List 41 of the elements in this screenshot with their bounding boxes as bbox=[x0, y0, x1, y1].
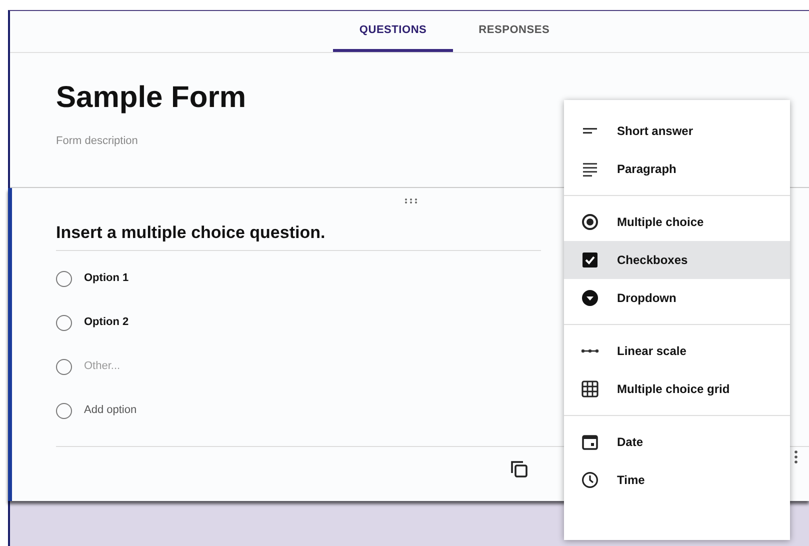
menu-item-label: Checkboxes bbox=[617, 252, 688, 269]
radio-button[interactable] bbox=[56, 270, 72, 286]
option-label: Other... bbox=[84, 359, 120, 374]
option-label: Option 2 bbox=[84, 315, 129, 330]
menu-item[interactable]: Date bbox=[564, 423, 790, 461]
menu-item-label: Short answer bbox=[617, 123, 694, 140]
menu-item[interactable]: Multiple choice bbox=[564, 203, 790, 241]
paragraph-icon bbox=[581, 160, 599, 178]
menu-item[interactable]: Multiple choice grid bbox=[564, 370, 790, 408]
radio-button[interactable] bbox=[56, 358, 72, 374]
menu-item-label: Dropdown bbox=[617, 290, 676, 307]
more-icon[interactable] bbox=[794, 450, 798, 464]
tab[interactable]: RESPONSES bbox=[452, 11, 576, 52]
menu-item[interactable]: Checkboxes bbox=[564, 241, 790, 279]
menu-item[interactable]: Time bbox=[564, 461, 790, 499]
menu-item-label: Time bbox=[617, 472, 645, 489]
linear-scale-icon bbox=[581, 349, 599, 353]
radio-button[interactable] bbox=[56, 314, 72, 330]
drag-handle-icon[interactable] bbox=[404, 198, 418, 204]
calendar-icon bbox=[581, 433, 599, 451]
form-description: Form description bbox=[56, 134, 139, 149]
menu-item-label: Paragraph bbox=[617, 161, 676, 178]
dropdown-icon bbox=[581, 289, 599, 307]
radio-button[interactable] bbox=[56, 402, 72, 418]
menu-item-label: Date bbox=[617, 434, 644, 451]
menu-item-label: Multiple choice bbox=[617, 214, 704, 231]
menu-item[interactable]: Dropdown bbox=[564, 279, 790, 317]
checkbox-icon bbox=[581, 251, 599, 269]
menu-item-label: Multiple choice grid bbox=[617, 381, 730, 398]
grid-icon bbox=[581, 380, 599, 398]
radio-button-icon bbox=[581, 213, 599, 231]
duplicate-icon[interactable] bbox=[509, 459, 529, 479]
menu-item-label: Linear scale bbox=[617, 343, 686, 360]
menu-item[interactable]: Paragraph bbox=[564, 150, 790, 188]
menu-item[interactable]: Short answer bbox=[564, 112, 790, 150]
form-title: Sample Form bbox=[56, 83, 248, 113]
add-option-link[interactable]: Add option bbox=[84, 402, 137, 419]
menu-item[interactable]: Linear scale bbox=[564, 332, 790, 370]
option-label: Option 1 bbox=[84, 271, 129, 286]
clock-icon bbox=[581, 471, 599, 489]
question-title-field[interactable]: Insert a multiple choice question. bbox=[56, 220, 541, 250]
